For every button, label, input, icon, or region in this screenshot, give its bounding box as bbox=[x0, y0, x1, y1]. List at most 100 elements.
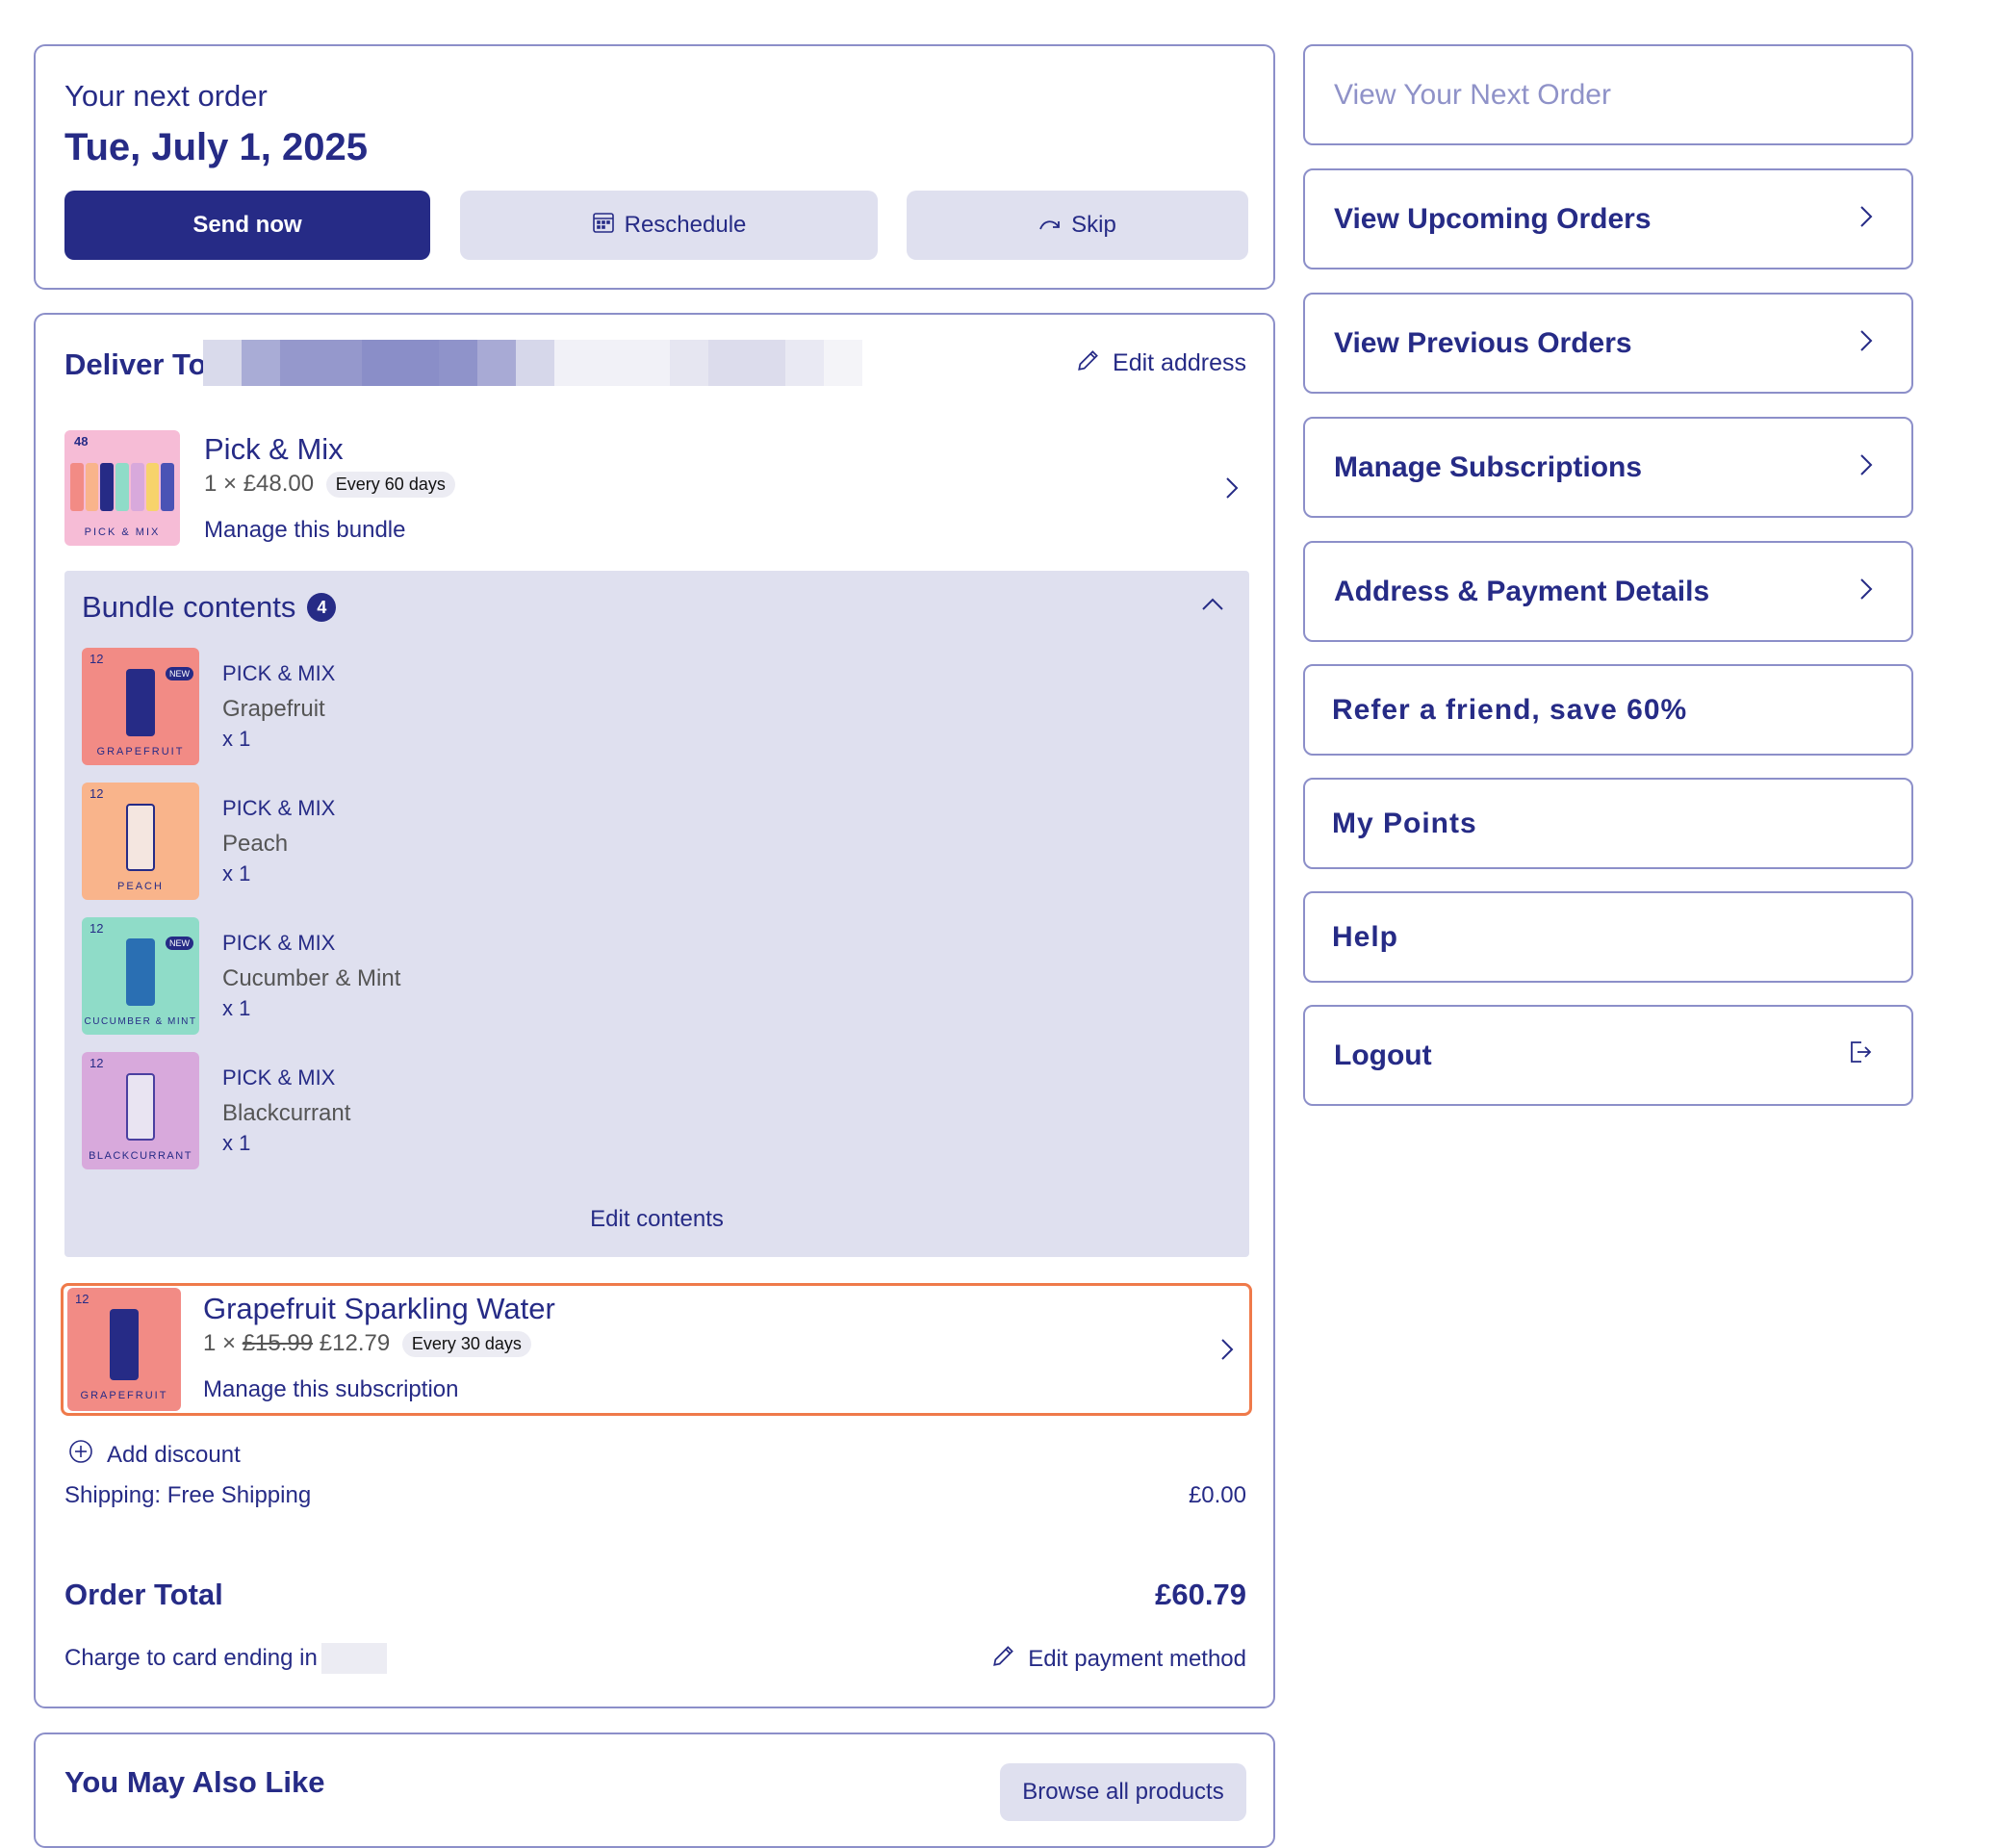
nav-address-payment-details[interactable]: Address & Payment Details bbox=[1303, 541, 1913, 642]
manage-bundle-link[interactable]: Manage this bundle bbox=[204, 517, 405, 544]
edit-address-label: Edit address bbox=[1113, 349, 1246, 376]
charge-card-label: Charge to card ending in bbox=[64, 1645, 318, 1671]
item-brand: PICK & MIX bbox=[222, 1065, 336, 1090]
bundle-contents-count-badge: 4 bbox=[307, 593, 337, 622]
redacted-address bbox=[203, 340, 915, 388]
pencil-icon bbox=[991, 1643, 1016, 1675]
manage-subscription-link[interactable]: Manage this subscription bbox=[203, 1376, 458, 1403]
bundle-contents-title: Bundle contents bbox=[82, 590, 296, 624]
subscription-price-line: 1 × £15.99 £12.79 Every 30 days bbox=[203, 1330, 531, 1358]
grapefruit-subscription-thumbnail: 12 GRAPEFRUIT bbox=[67, 1288, 181, 1411]
skip-arrow-icon bbox=[1038, 212, 1062, 239]
subscription-row[interactable]: 12 GRAPEFRUIT Grapefruit Sparkling Water… bbox=[61, 1283, 1252, 1416]
item-thumb-caption: PEACH bbox=[117, 881, 164, 892]
item-thumb-count: 12 bbox=[90, 921, 104, 936]
bundle-price-line: 1 × £48.00 Every 60 days bbox=[204, 471, 455, 499]
bundle-item: 12 NEW GRAPEFRUIT PICK & MIX Grapefruit … bbox=[82, 648, 948, 765]
chevron-right-icon bbox=[1859, 451, 1873, 484]
shipping-value: £0.00 bbox=[1188, 1482, 1246, 1508]
item-qty: x 1 bbox=[222, 861, 251, 886]
add-discount-label: Add discount bbox=[107, 1441, 241, 1468]
grapefruit-thumbnail: 12 NEW GRAPEFRUIT bbox=[82, 648, 199, 765]
browse-all-products-button[interactable]: Browse all products bbox=[1000, 1763, 1246, 1821]
bundle-contents-header[interactable]: Bundle contents 4 bbox=[82, 590, 337, 625]
item-flavour: Cucumber & Mint bbox=[222, 965, 401, 991]
nav-view-previous-orders[interactable]: View Previous Orders bbox=[1303, 293, 1913, 394]
blackcurrant-thumbnail: 12 BLACKCURRANT bbox=[82, 1052, 199, 1169]
next-order-date: Tue, July 1, 2025 bbox=[64, 126, 368, 168]
nav-view-next-order-label: View Your Next Order bbox=[1334, 78, 1611, 111]
bundle-thumb-count: 48 bbox=[74, 434, 89, 449]
bundle-frequency-badge: Every 60 days bbox=[325, 472, 455, 499]
item-qty: x 1 bbox=[222, 996, 251, 1020]
bundle-item: 12 BLACKCURRANT PICK & MIX Blackcurrant … bbox=[82, 1052, 948, 1169]
pencil-icon bbox=[1076, 347, 1101, 379]
chevron-right-icon bbox=[1225, 476, 1239, 504]
nav-refer-a-friend[interactable]: Refer a friend, save 60% bbox=[1303, 664, 1913, 756]
shipping-label: Shipping: Free Shipping bbox=[64, 1482, 312, 1508]
subscription-quantity-prefix: 1 × bbox=[203, 1330, 237, 1356]
order-total-value: £60.79 bbox=[1155, 1578, 1246, 1611]
subscription-frequency-badge: Every 30 days bbox=[401, 1331, 531, 1358]
send-now-label: Send now bbox=[192, 212, 302, 238]
reschedule-button[interactable]: Reschedule bbox=[460, 191, 878, 260]
plus-circle-icon bbox=[68, 1439, 93, 1471]
subscription-old-price: £15.99 bbox=[242, 1330, 314, 1356]
item-brand: PICK & MIX bbox=[222, 796, 336, 820]
bundle-contents-panel: Bundle contents 4 12 NEW GRAPEFRUIT PICK… bbox=[64, 571, 1249, 1257]
next-order-heading: Your next order bbox=[64, 79, 268, 113]
chevron-up-icon[interactable] bbox=[1201, 598, 1224, 616]
browse-all-products-label: Browse all products bbox=[1022, 1779, 1224, 1805]
reschedule-label: Reschedule bbox=[624, 212, 747, 238]
edit-contents-link[interactable]: Edit contents bbox=[64, 1206, 1249, 1233]
edit-payment-label: Edit payment method bbox=[1028, 1645, 1246, 1672]
item-flavour: Peach bbox=[222, 831, 289, 857]
nav-manage-subscriptions[interactable]: Manage Subscriptions bbox=[1303, 417, 1913, 518]
item-qty: x 1 bbox=[222, 1131, 251, 1155]
sub-thumb-caption: GRAPEFRUIT bbox=[80, 1390, 168, 1401]
next-order-card: Your next order Tue, July 1, 2025 Send n… bbox=[34, 44, 1275, 290]
send-now-button[interactable]: Send now bbox=[64, 191, 430, 260]
bundle-row[interactable]: 48 PICK & MIX Pick & Mix 1 × £48.00 Ever… bbox=[64, 430, 1248, 555]
edit-payment-link[interactable]: Edit payment method bbox=[991, 1643, 1246, 1675]
nav-my-points-label: My Points bbox=[1332, 807, 1477, 839]
item-qty: x 1 bbox=[222, 727, 251, 751]
cucumber-mint-thumbnail: 12 NEW CUCUMBER & MINT bbox=[82, 917, 199, 1035]
skip-button[interactable]: Skip bbox=[907, 191, 1248, 260]
chevron-right-icon bbox=[1859, 327, 1873, 360]
item-thumb-count: 12 bbox=[90, 652, 104, 666]
nav-my-points[interactable]: My Points bbox=[1303, 778, 1913, 869]
nav-logout-label: Logout bbox=[1334, 1039, 1432, 1071]
order-details-card: Deliver To Edit address 48 PICK & MIX Pi… bbox=[34, 313, 1275, 1708]
logout-icon bbox=[1848, 1040, 1873, 1072]
charge-card-line: Charge to card ending in bbox=[64, 1643, 387, 1674]
chevron-right-icon bbox=[1859, 203, 1873, 236]
recommendations-card: You May Also Like Browse all products bbox=[34, 1732, 1275, 1848]
calendar-icon bbox=[592, 211, 615, 241]
bundle-thumb-caption: PICK & MIX bbox=[84, 526, 161, 538]
item-thumb-count: 12 bbox=[90, 786, 104, 801]
nav-view-upcoming-orders-label: View Upcoming Orders bbox=[1334, 202, 1652, 235]
nav-view-upcoming-orders[interactable]: View Upcoming Orders bbox=[1303, 168, 1913, 270]
item-brand: PICK & MIX bbox=[222, 931, 336, 955]
item-flavour: Grapefruit bbox=[222, 696, 325, 722]
item-thumb-caption: CUCUMBER & MINT bbox=[84, 1016, 197, 1027]
item-thumb-caption: BLACKCURRANT bbox=[89, 1150, 192, 1162]
order-total-label: Order Total bbox=[64, 1578, 223, 1611]
nav-help-label: Help bbox=[1332, 920, 1399, 953]
item-flavour: Blackcurrant bbox=[222, 1100, 351, 1126]
new-badge: NEW bbox=[166, 937, 193, 950]
nav-logout[interactable]: Logout bbox=[1303, 1005, 1913, 1106]
nav-address-payment-details-label: Address & Payment Details bbox=[1334, 575, 1710, 607]
redacted-card-digits bbox=[320, 1643, 387, 1674]
nav-view-next-order[interactable]: View Your Next Order bbox=[1303, 44, 1913, 145]
can-graphic bbox=[126, 804, 155, 871]
item-thumb-caption: GRAPEFRUIT bbox=[96, 746, 185, 757]
can-graphic bbox=[110, 1309, 139, 1380]
chevron-right-icon bbox=[1220, 1338, 1234, 1366]
chevron-right-icon bbox=[1859, 576, 1873, 608]
item-brand: PICK & MIX bbox=[222, 661, 336, 685]
add-discount-link[interactable]: Add discount bbox=[68, 1439, 241, 1471]
edit-address-link[interactable]: Edit address bbox=[1076, 347, 1246, 379]
nav-help[interactable]: Help bbox=[1303, 891, 1913, 983]
